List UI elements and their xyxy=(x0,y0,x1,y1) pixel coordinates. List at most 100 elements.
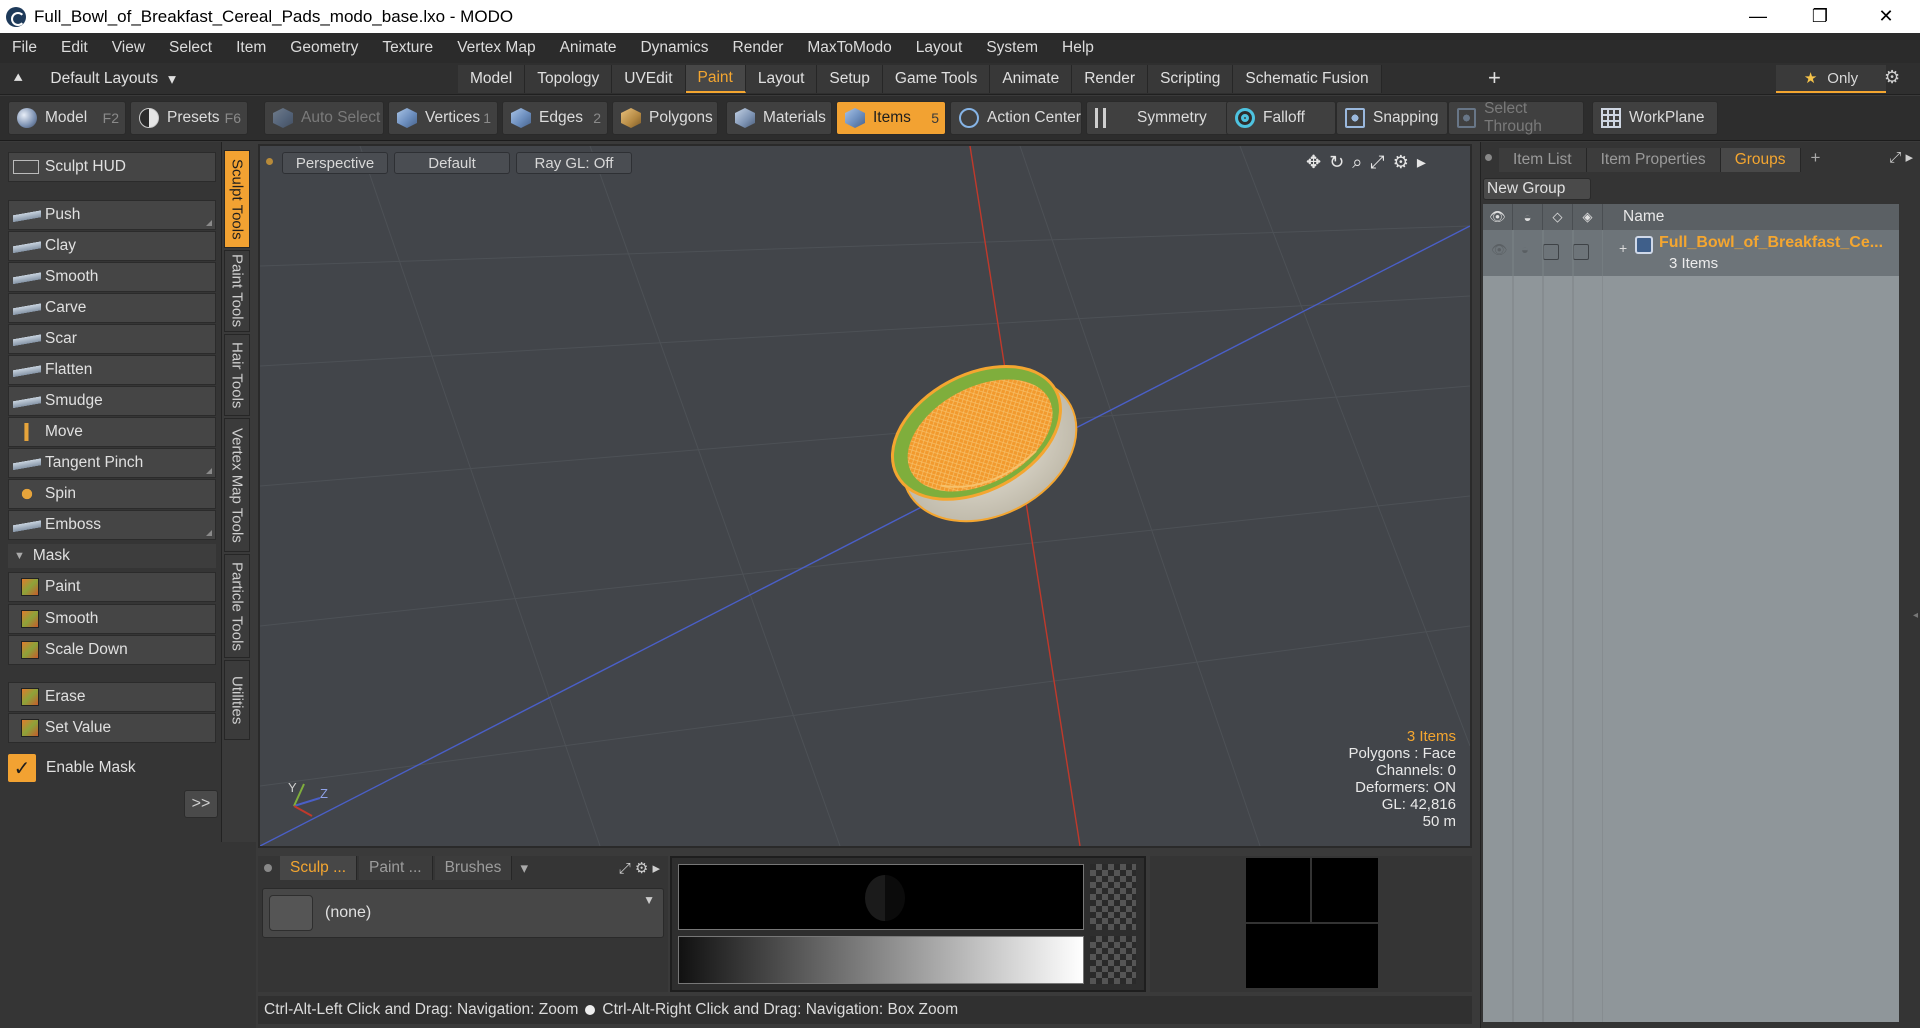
workplane-button[interactable]: WorkPlane xyxy=(1592,101,1718,135)
tool-smooth-button[interactable]: Smooth xyxy=(8,262,216,292)
action-center-button[interactable]: Action Center xyxy=(950,101,1082,135)
add-tab-button[interactable]: + xyxy=(1488,67,1501,89)
tool-smudge-button[interactable]: Smudge xyxy=(8,386,216,416)
zoom-icon[interactable]: ⌕ xyxy=(1352,152,1362,173)
viewport-settings-gear-icon[interactable]: ⚙ xyxy=(1393,152,1409,173)
symmetry-button[interactable]: Symmetry xyxy=(1086,101,1230,135)
auto-select-button[interactable]: Auto Select xyxy=(264,101,384,135)
tabs-dropdown-chevron-icon[interactable]: ▾ xyxy=(520,859,528,877)
tab-paint-presets[interactable]: Paint ... xyxy=(359,856,433,880)
tab-schematic-fusion[interactable]: Schematic Fusion xyxy=(1233,65,1382,93)
tab-hair-tools[interactable]: Hair Tools xyxy=(224,334,250,416)
tab-brushes[interactable]: Brushes xyxy=(434,856,513,880)
tool-scar-button[interactable]: Scar xyxy=(8,324,216,354)
close-button[interactable]: ✕ xyxy=(1858,0,1914,33)
rotate-icon[interactable]: ↻ xyxy=(1329,152,1344,173)
minimize-button[interactable]: — xyxy=(1730,0,1786,33)
mask-section-header[interactable]: ▼ Mask xyxy=(8,544,216,568)
tool-tangent-pinch-button[interactable]: Tangent Pinch xyxy=(8,448,216,478)
tab-vertex-map-tools[interactable]: Vertex Map Tools xyxy=(224,418,250,552)
tab-setup[interactable]: Setup xyxy=(817,65,883,93)
maximize-button[interactable]: ❐ xyxy=(1792,0,1848,33)
tab-item-list[interactable]: Item List xyxy=(1499,148,1587,172)
polygons-button[interactable]: Polygons xyxy=(612,101,718,135)
default-layouts-dropdown[interactable]: ⯅ Default Layouts ▾ xyxy=(12,67,176,91)
add-panel-tab-icon[interactable]: + xyxy=(1811,148,1821,172)
view-perspective-dropdown[interactable]: Perspective xyxy=(282,152,388,174)
tab-groups[interactable]: Groups xyxy=(1720,148,1801,172)
menu-animate[interactable]: Animate xyxy=(548,39,629,57)
enable-mask-checkbox[interactable]: ✓ Enable Mask xyxy=(8,753,216,783)
tab-uvedit[interactable]: UVEdit xyxy=(612,65,686,93)
fit-icon[interactable]: ⤢ xyxy=(1370,152,1384,173)
brush-preset-dropdown[interactable]: (none) ▼ xyxy=(262,888,664,938)
groups-list[interactable]: 👁 ◒ ◇ ◈ Name 👁 ◒ + Full_Bowl_of_Breakfas… xyxy=(1483,204,1899,1022)
only-toggle[interactable]: ★ Only xyxy=(1776,65,1886,93)
items-button[interactable]: Items 5 xyxy=(836,101,946,135)
menu-edit[interactable]: Edit xyxy=(49,39,100,57)
menu-layout[interactable]: Layout xyxy=(904,39,975,57)
tab-paint[interactable]: Paint xyxy=(685,65,746,93)
tool-move-button[interactable]: Move xyxy=(8,417,216,447)
pan-icon[interactable]: ✥ xyxy=(1306,152,1321,173)
brush-panel-menu-dot-icon[interactable] xyxy=(264,864,272,872)
snapping-button[interactable]: Snapping xyxy=(1336,101,1448,135)
model-button[interactable]: Model F2 xyxy=(8,101,126,135)
tab-utilities[interactable]: Utilities xyxy=(224,660,250,740)
tab-animate[interactable]: Animate xyxy=(990,65,1073,93)
edges-button[interactable]: Edges 2 xyxy=(502,101,608,135)
menu-file[interactable]: File xyxy=(0,39,49,57)
tab-paint-tools[interactable]: Paint Tools xyxy=(224,250,250,332)
menu-help[interactable]: Help xyxy=(1050,39,1106,57)
tab-render[interactable]: Render xyxy=(1072,65,1149,93)
tab-sculpt-tools[interactable]: Sculpt Tools xyxy=(224,150,250,248)
shading-default-dropdown[interactable]: Default xyxy=(394,152,510,174)
menu-maxtomodo[interactable]: MaxToModo xyxy=(795,39,903,57)
cereal-bowl-model[interactable] xyxy=(870,337,1102,551)
menu-texture[interactable]: Texture xyxy=(370,39,445,57)
tool-emboss-button[interactable]: Emboss xyxy=(8,510,216,540)
brush-panel-controls-icon[interactable]: ⤢ ⚙ ▸ xyxy=(619,859,660,877)
menu-dynamics[interactable]: Dynamics xyxy=(628,39,720,57)
presets-button[interactable]: Presets F6 xyxy=(130,101,248,135)
tab-particle-tools[interactable]: Particle Tools xyxy=(224,554,250,658)
tab-item-properties[interactable]: Item Properties xyxy=(1586,148,1721,172)
vertices-button[interactable]: Vertices 1 xyxy=(388,101,498,135)
tool-clay-button[interactable]: Clay xyxy=(8,231,216,261)
viewport-menu-dot-icon[interactable] xyxy=(266,158,273,165)
tab-topology[interactable]: Topology xyxy=(525,65,613,93)
menu-select[interactable]: Select xyxy=(157,39,224,57)
falloff-button[interactable]: Falloff xyxy=(1226,101,1336,135)
mask-paint-button[interactable]: Paint xyxy=(8,572,216,602)
brush-texture-preview[interactable] xyxy=(670,856,1146,992)
materials-button[interactable]: Materials xyxy=(726,101,832,135)
menu-render[interactable]: Render xyxy=(721,39,796,57)
menu-item[interactable]: Item xyxy=(224,39,278,57)
3d-viewport[interactable]: Y Z Perspective Default Ray GL: Off ✥ ↻ … xyxy=(258,144,1472,848)
scroll-handle-icon[interactable]: ◂ xyxy=(1913,610,1918,621)
tool-push-button[interactable]: Push xyxy=(8,200,216,230)
menu-system[interactable]: System xyxy=(974,39,1050,57)
raygl-toggle[interactable]: Ray GL: Off xyxy=(516,152,632,174)
tab-model[interactable]: Model xyxy=(458,65,526,93)
panel-expand-icon[interactable]: ⤢ ▸ xyxy=(1889,148,1913,172)
mask-erase-button[interactable]: Erase xyxy=(8,682,216,712)
name-column-header[interactable]: Name xyxy=(1603,208,1664,226)
mask-smooth-button[interactable]: Smooth xyxy=(8,604,216,634)
gear-icon[interactable]: ⚙ xyxy=(1884,67,1900,88)
tab-sculpt-presets[interactable]: Sculp ... xyxy=(280,856,357,880)
new-group-button[interactable]: New Group xyxy=(1483,178,1591,200)
select-through-button[interactable]: Select Through xyxy=(1448,100,1584,135)
expand-plus-icon[interactable]: + xyxy=(1619,240,1627,256)
mask-set-value-button[interactable]: Set Value xyxy=(8,713,216,743)
menu-vertex-map[interactable]: Vertex Map xyxy=(445,39,547,57)
menu-geometry[interactable]: Geometry xyxy=(278,39,370,57)
panel-menu-dot-icon[interactable] xyxy=(1485,154,1492,161)
mask-scale-down-button[interactable]: Scale Down xyxy=(8,635,216,665)
menu-view[interactable]: View xyxy=(100,39,157,57)
tab-scripting[interactable]: Scripting xyxy=(1148,65,1234,93)
more-tools-button[interactable]: >> xyxy=(184,790,218,818)
tool-flatten-button[interactable]: Flatten xyxy=(8,355,216,385)
tool-carve-button[interactable]: Carve xyxy=(8,293,216,323)
tab-layout[interactable]: Layout xyxy=(745,65,818,93)
